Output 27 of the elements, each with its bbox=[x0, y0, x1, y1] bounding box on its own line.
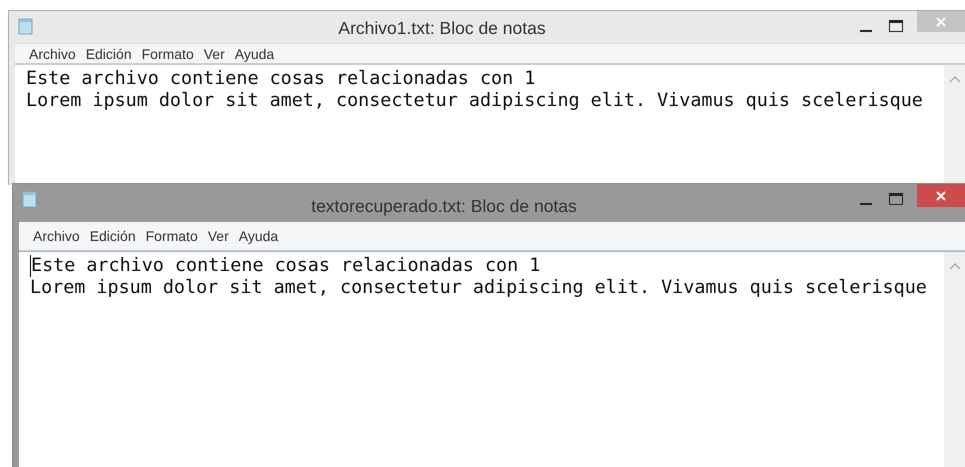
text-line: Este archivo contiene cosas relacionadas con 1 bbox=[30, 255, 540, 277]
menu-item[interactable]: Edición bbox=[84, 228, 141, 244]
menu-item[interactable]: Formato bbox=[140, 228, 203, 244]
close-button[interactable] bbox=[917, 184, 965, 207]
menu-item[interactable]: Formato bbox=[136, 46, 199, 62]
menu-item[interactable]: Archivo bbox=[28, 228, 85, 244]
menu-item[interactable]: Archivo bbox=[24, 46, 81, 62]
notepad-icon bbox=[22, 191, 37, 208]
maximize-icon bbox=[888, 192, 904, 206]
notepad-icon bbox=[18, 18, 33, 35]
close-icon bbox=[935, 190, 947, 202]
scrollbar[interactable] bbox=[944, 252, 965, 467]
window-title: textorecuperado.txt: Bloc de notas bbox=[310, 195, 578, 217]
minimize-icon bbox=[860, 30, 872, 32]
minimize-icon bbox=[860, 203, 872, 205]
text-line: Lorem ipsum dolor sit amet, consectetur adipiscing elit. Vivamus quis scelerisque bbox=[30, 277, 927, 299]
menu-item[interactable]: Ver bbox=[202, 228, 234, 244]
close-icon bbox=[935, 16, 947, 28]
scrollbar[interactable] bbox=[944, 65, 965, 185]
menu-item[interactable]: Ayuda bbox=[234, 228, 284, 244]
menu-item[interactable]: Ayuda bbox=[230, 46, 280, 62]
maximize-icon bbox=[888, 19, 904, 33]
menu-item[interactable]: Ver bbox=[198, 46, 230, 62]
window-title: Archivo1.txt: Bloc de notas bbox=[337, 17, 547, 39]
menu-item[interactable]: Edición bbox=[80, 46, 137, 62]
text-line: Lorem ipsum dolor sit amet, consectetur adipiscing elit. Vivamus quis scelerisque bbox=[26, 90, 923, 112]
text-line: Este archivo contiene cosas relacionadas con 1 bbox=[26, 68, 536, 90]
